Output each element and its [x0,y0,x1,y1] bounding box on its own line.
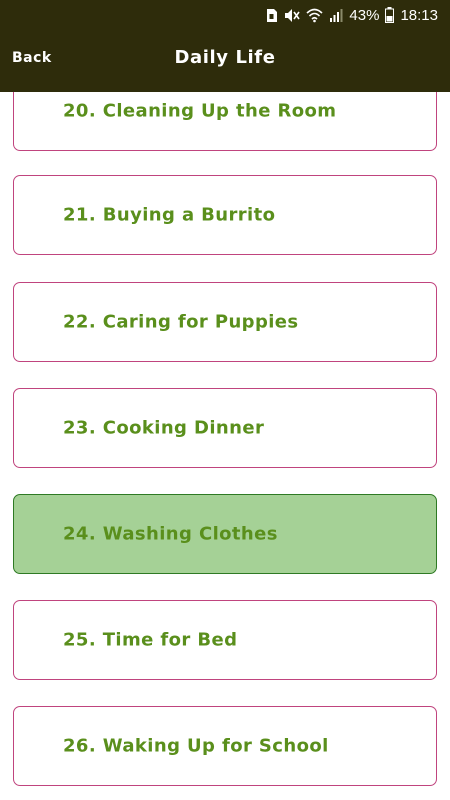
list-item-selected[interactable]: 24. Washing Clothes [13,494,437,574]
list-item[interactable]: 26. Waking Up for School [13,706,437,786]
battery-percent: 43% [349,6,380,24]
list-item[interactable]: 22. Caring for Puppies [13,282,437,362]
status-time: 18:13 [400,6,438,24]
list-item-label: 26. Waking Up for School [63,735,329,757]
list-item-label: 25. Time for Bed [63,629,238,651]
list-item[interactable]: 23. Cooking Dinner [13,388,437,468]
app-bar: Back Daily Life [0,30,450,92]
list-item-label: 21. Buying a Burrito [63,204,276,226]
list-item-label: 22. Caring for Puppies [63,311,299,333]
list-item-label: 20. Cleaning Up the Room [63,100,337,122]
list-item-label: 24. Washing Clothes [63,523,278,545]
sim-card-icon [265,8,278,23]
lesson-list[interactable]: 20. Cleaning Up the Room 21. Buying a Bu… [0,92,450,800]
signal-icon [329,8,343,23]
list-item[interactable]: 21. Buying a Burrito [13,175,437,255]
mute-icon [284,8,301,23]
list-item-label: 23. Cooking Dinner [63,417,265,439]
wifi-icon [306,8,323,23]
page-title: Daily Life [174,47,276,68]
status-bar: 43% 18:13 [0,0,450,30]
battery-icon [385,7,395,23]
list-item[interactable]: 25. Time for Bed [13,600,437,680]
list-item[interactable]: 20. Cleaning Up the Room [13,92,437,151]
